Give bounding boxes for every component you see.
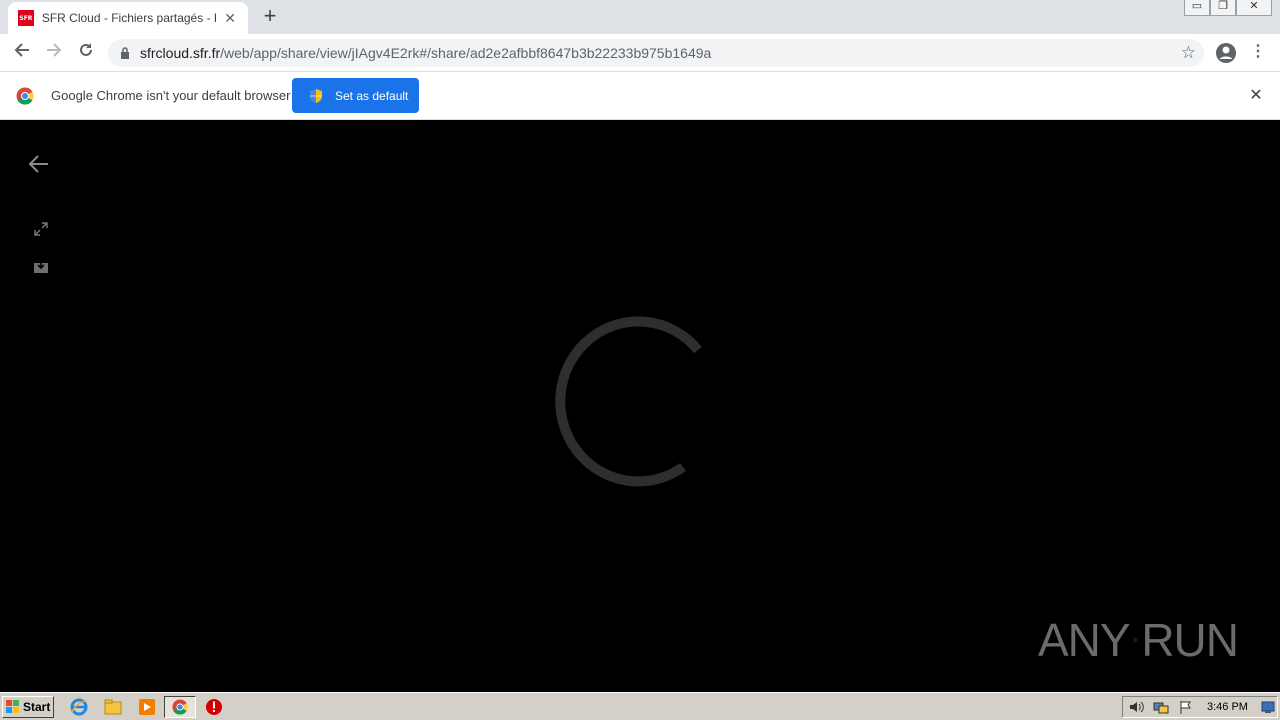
play-logo-icon bbox=[1133, 638, 1138, 642]
bookmark-star-icon[interactable]: ☆ bbox=[1181, 44, 1196, 61]
reload-button[interactable] bbox=[73, 40, 99, 66]
chrome-logo-icon bbox=[16, 87, 34, 105]
file-viewer: ANY RUN bbox=[0, 120, 1280, 692]
restore-button[interactable]: ❐ bbox=[1210, 0, 1236, 16]
windows-taskbar: Start 3:46 PM bbox=[0, 692, 1280, 720]
back-button[interactable] bbox=[9, 40, 35, 66]
download-icon[interactable] bbox=[34, 259, 48, 273]
minimize-button[interactable]: ▭ bbox=[1184, 0, 1210, 16]
uac-shield-icon bbox=[310, 88, 322, 103]
forward-icon bbox=[47, 43, 62, 57]
url-text: sfrcloud.sfr.fr/web/app/share/view/jIAgv… bbox=[140, 45, 711, 61]
address-bar[interactable]: sfrcloud.sfr.fr/web/app/share/view/jIAgv… bbox=[108, 39, 1204, 67]
tab-strip: SFR SFR Cloud - Fichiers partagés - Lien… bbox=[0, 0, 1280, 34]
start-label: Start bbox=[23, 700, 51, 714]
infobar-close-icon[interactable]: ✕ bbox=[1246, 86, 1266, 106]
infobar-message: Google Chrome isn't your default browser bbox=[51, 88, 291, 103]
taskbar-clock[interactable]: 3:46 PM bbox=[1207, 701, 1248, 713]
media-player-icon[interactable] bbox=[138, 698, 156, 716]
set-as-default-label: Set as default bbox=[335, 88, 409, 103]
window-close-button[interactable]: ✕ bbox=[1236, 0, 1272, 16]
chrome-icon bbox=[172, 699, 188, 715]
show-desktop-icon[interactable] bbox=[1261, 700, 1275, 714]
folder-icon[interactable] bbox=[104, 698, 122, 716]
sfr-favicon: SFR bbox=[18, 10, 34, 26]
stop-icon[interactable] bbox=[205, 698, 223, 716]
url-path: /web/app/share/view/jIAgv4E2rk#/share/ad… bbox=[220, 45, 712, 61]
watermark-left-text: ANY bbox=[1038, 614, 1131, 666]
system-tray: 3:46 PM bbox=[1122, 696, 1278, 718]
forward-button[interactable] bbox=[41, 40, 67, 66]
url-domain: sfrcloud.sfr.fr bbox=[140, 45, 221, 61]
profile-icon[interactable] bbox=[1214, 41, 1238, 65]
new-tab-button[interactable]: + bbox=[258, 5, 282, 29]
tab-close-icon[interactable]: ✕ bbox=[222, 10, 238, 27]
watermark-right-text: RUN bbox=[1141, 614, 1239, 666]
windows-flag-icon bbox=[6, 700, 19, 713]
chrome-menu-icon[interactable]: ⋮ bbox=[1248, 42, 1268, 64]
set-as-default-button[interactable]: Set as default bbox=[292, 78, 419, 113]
loading-spinner bbox=[555, 316, 702, 487]
browser-tab[interactable]: SFR SFR Cloud - Fichiers partagés - Lien… bbox=[8, 2, 248, 34]
internet-explorer-icon[interactable] bbox=[70, 698, 88, 716]
volume-icon[interactable] bbox=[1129, 700, 1145, 714]
action-center-flag-icon[interactable] bbox=[1179, 700, 1193, 714]
back-icon bbox=[14, 43, 29, 57]
browser-toolbar: sfrcloud.sfr.fr/web/app/share/view/jIAgv… bbox=[0, 34, 1280, 72]
default-browser-infobar: Google Chrome isn't your default browser… bbox=[0, 72, 1280, 120]
reload-icon bbox=[80, 43, 92, 56]
chrome-taskbar-button[interactable] bbox=[164, 696, 196, 718]
tab-title: SFR Cloud - Fichiers partagés - Liens bbox=[41, 11, 216, 25]
expand-icon[interactable] bbox=[33, 221, 49, 237]
network-icon[interactable] bbox=[1153, 700, 1169, 714]
anyrun-watermark: ANY RUN bbox=[1038, 608, 1239, 672]
back-arrow-icon[interactable] bbox=[26, 152, 52, 176]
start-button[interactable]: Start bbox=[2, 696, 54, 718]
lock-icon bbox=[121, 47, 129, 59]
